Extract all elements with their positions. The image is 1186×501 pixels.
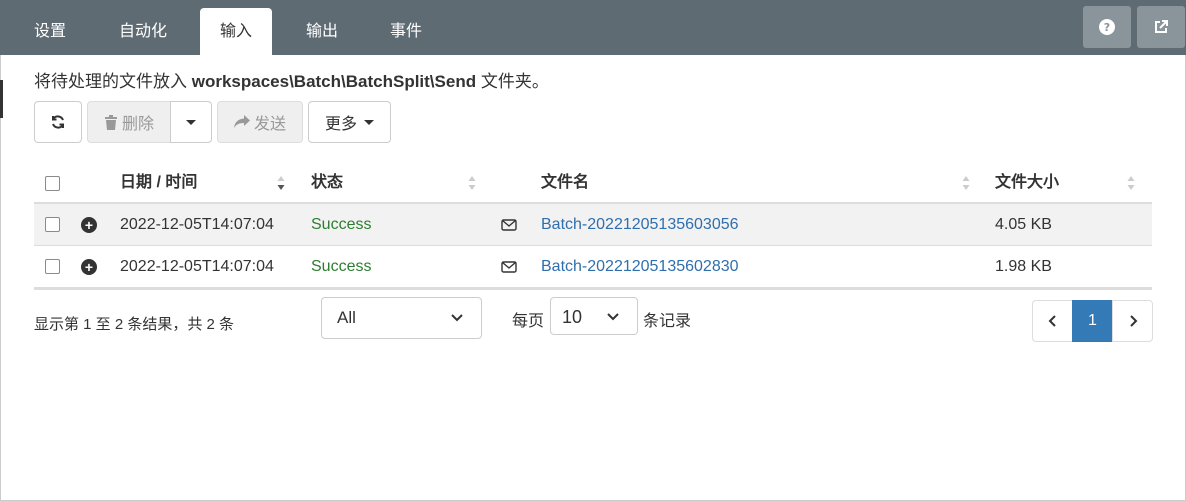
next-page-button[interactable] — [1112, 300, 1153, 342]
tab-automation[interactable]: 自动化 — [100, 8, 186, 55]
tab-settings[interactable]: 设置 — [14, 8, 86, 55]
sort-icon[interactable] — [962, 174, 970, 192]
send-button[interactable]: 发送 — [217, 101, 303, 143]
question-circle-icon: ? — [1099, 19, 1115, 35]
row-date: 2022-12-05T14:07:04 — [120, 216, 274, 233]
page-size-value: 10 — [562, 307, 583, 327]
caret-down-icon — [364, 119, 374, 125]
table-bottom-border — [34, 288, 1152, 290]
refresh-button[interactable] — [34, 101, 82, 143]
instructions-prefix: 将待处理的文件放入 — [34, 72, 192, 91]
envelope-icon — [501, 219, 517, 231]
more-label: 更多 — [324, 116, 357, 133]
chevron-left-icon — [1048, 315, 1056, 327]
share-arrow-icon — [233, 115, 250, 128]
chevron-down-icon — [607, 313, 619, 321]
delete-label: 删除 — [121, 116, 154, 133]
column-header-filename[interactable]: 文件名 — [541, 162, 589, 204]
row-filename-link[interactable]: Batch-20221205135603056 — [541, 204, 739, 246]
row-date: 2022-12-05T14:07:04 — [120, 258, 274, 275]
column-header-size[interactable]: 文件大小 — [995, 162, 1059, 204]
expand-row-icon[interactable]: + — [81, 217, 97, 233]
open-external-button[interactable] — [1137, 6, 1185, 48]
help-button[interactable]: ? — [1083, 6, 1131, 48]
more-button[interactable]: 更多 — [308, 101, 391, 143]
column-header-date[interactable]: 日期 / 时间 — [120, 162, 197, 204]
tab-events[interactable]: 事件 — [370, 8, 442, 55]
caret-down-icon — [186, 119, 196, 125]
folder-path: workspaces\Batch\BatchSplit\Send — [191, 72, 477, 91]
page-size-select[interactable]: 10 — [550, 297, 638, 335]
external-link-icon — [1155, 20, 1168, 33]
tab-output[interactable]: 输出 — [286, 8, 358, 55]
expand-row-icon[interactable]: + — [81, 259, 97, 275]
per-page-prefix: 每页 — [512, 313, 545, 330]
send-label: 发送 — [253, 116, 286, 133]
panel-border-left — [0, 55, 1, 501]
previous-page-button[interactable] — [1032, 300, 1073, 342]
status-filter-value: All — [337, 308, 356, 327]
envelope-icon — [501, 261, 517, 273]
refresh-icon — [52, 115, 64, 129]
top-tab-bar: 设置 自动化 输入 输出 事件 ? — [0, 0, 1186, 55]
per-page-suffix: 条记录 — [643, 313, 692, 330]
row-size: 1.98 KB — [995, 258, 1052, 275]
row-checkbox[interactable] — [45, 259, 60, 274]
svg-text:?: ? — [1104, 21, 1110, 34]
sort-desc-icon[interactable] — [277, 174, 285, 192]
table-row[interactable]: + 2022-12-05T14:07:04 Success Batch-2022… — [34, 204, 1152, 246]
trash-icon — [104, 114, 117, 130]
delete-dropdown-toggle[interactable] — [170, 101, 212, 143]
page-1-button[interactable]: 1 — [1072, 300, 1113, 342]
row-checkbox[interactable] — [45, 217, 60, 232]
instructions-suffix: 文件夹。 — [476, 72, 549, 91]
row-size: 4.05 KB — [995, 216, 1052, 233]
folder-instructions: 将待处理的文件放入 workspaces\Batch\BatchSplit\Se… — [34, 67, 549, 92]
sort-icon[interactable] — [1127, 174, 1135, 192]
row-status: Success — [311, 258, 372, 275]
sort-icon[interactable] — [468, 174, 476, 192]
row-status: Success — [311, 216, 372, 233]
chevron-down-icon — [451, 314, 463, 322]
status-filter-select[interactable]: All — [321, 297, 482, 339]
table-row[interactable]: + 2022-12-05T14:07:04 Success Batch-2022… — [34, 246, 1152, 288]
select-all-checkbox[interactable] — [45, 176, 60, 191]
row-filename-link[interactable]: Batch-20221205135602830 — [541, 246, 739, 288]
tab-input[interactable]: 输入 — [200, 8, 272, 55]
delete-button[interactable]: 删除 — [87, 101, 171, 143]
panel-marker — [0, 80, 3, 118]
column-header-status[interactable]: 状态 — [311, 162, 343, 204]
results-summary: 显示第 1 至 2 条结果，共 2 条 — [34, 316, 235, 333]
chevron-right-icon — [1129, 315, 1137, 327]
table-header: 日期 / 时间 状态 文件名 文件大小 — [34, 162, 1152, 204]
